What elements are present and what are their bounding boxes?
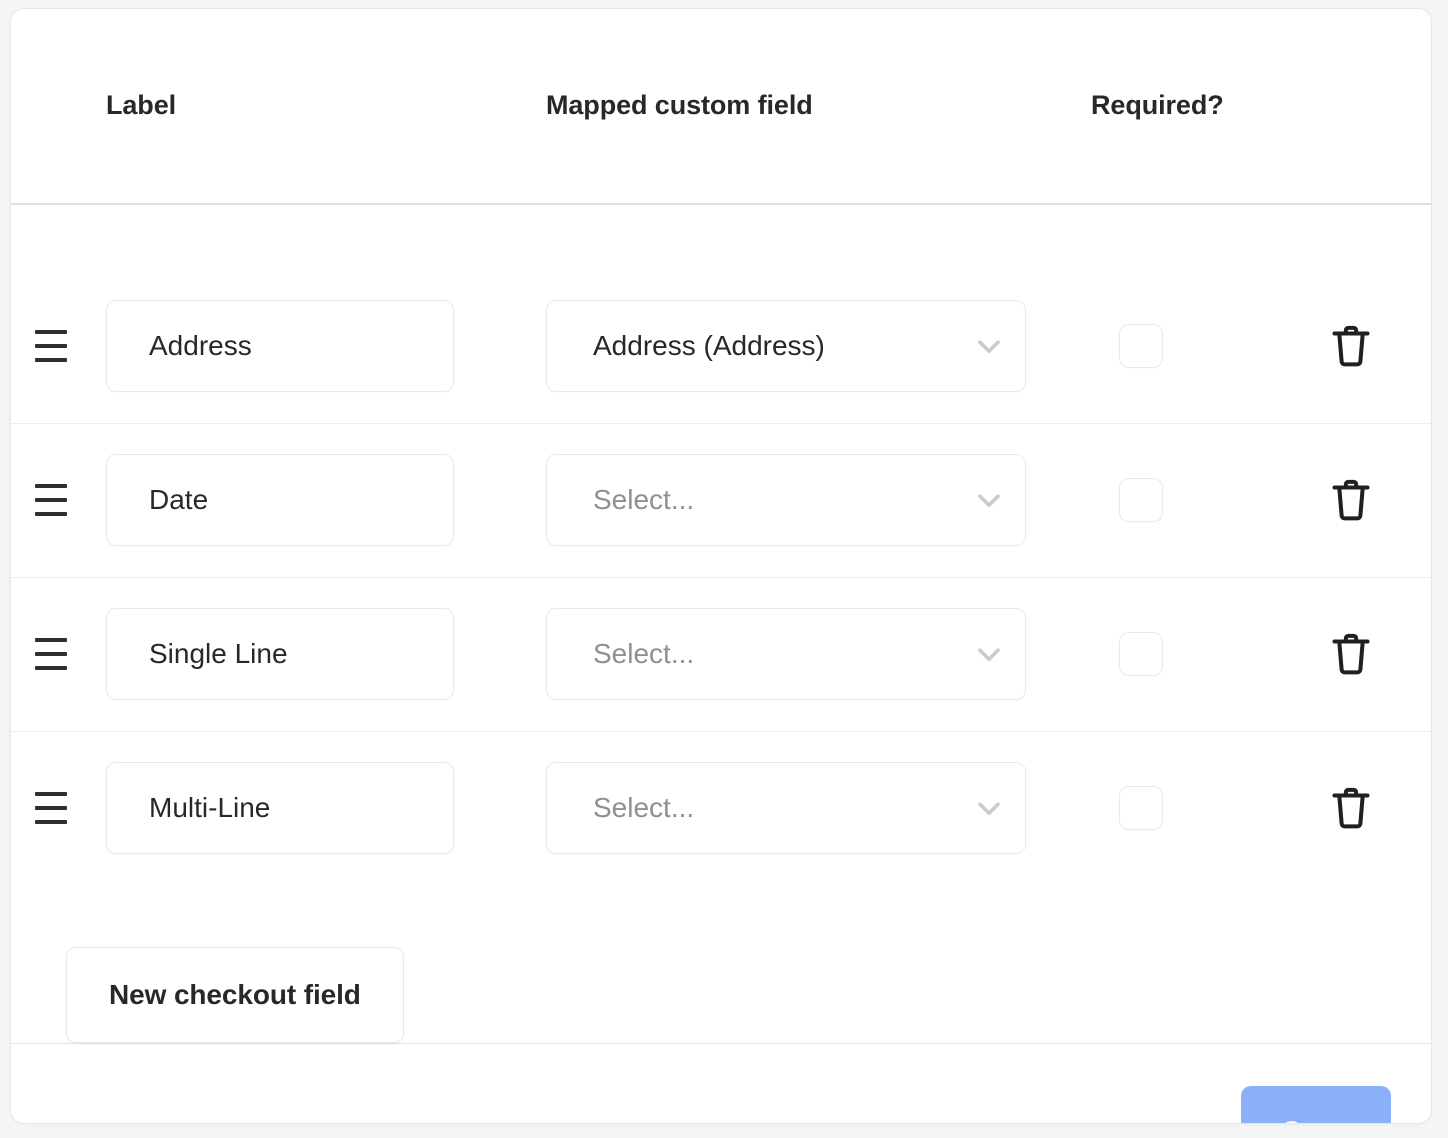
delete-row-button[interactable] (1329, 630, 1373, 678)
card-body: Label Mapped custom field Required? Addr… (11, 9, 1431, 1043)
mapped-field-value: Select... (593, 792, 695, 824)
header-divider (11, 203, 1431, 205)
mapped-field-value: Address (Address) (593, 329, 825, 361)
cell-mapped-field: Select... (546, 577, 1091, 732)
chevron-down-icon (978, 802, 1000, 816)
delete-row-button[interactable] (1329, 322, 1373, 370)
table-body: Address Address (Address) Date Select...… (11, 269, 1431, 885)
trash-icon (1332, 633, 1370, 675)
mapped-field-select[interactable]: Select... (546, 608, 1026, 700)
cell-drag-handle (11, 577, 106, 732)
cell-required (1091, 269, 1281, 424)
column-header-label: Label (106, 90, 177, 120)
column-header-required: Required? (1091, 90, 1224, 120)
required-checkbox[interactable] (1119, 786, 1163, 831)
cell-drag-handle (11, 423, 106, 578)
checkout-fields-card: Label Mapped custom field Required? Addr… (10, 8, 1432, 1124)
header-rule-row (11, 139, 1431, 269)
drag-handle-bar (35, 666, 67, 670)
cell-required (1091, 577, 1281, 732)
drag-handle-bar (35, 329, 67, 334)
drag-handle-bar (35, 792, 67, 797)
trash-icon (1332, 788, 1370, 829)
card-footer: Save (11, 1043, 1431, 1123)
chevron-down-icon (978, 494, 1000, 508)
table-row: Date Select... (11, 423, 1431, 578)
drag-handle-bar (35, 806, 67, 811)
header-handle-spacer (11, 9, 106, 139)
table-row: Single Line Select... (11, 577, 1431, 732)
chevron-down-icon (978, 340, 1000, 353)
mapped-field-select[interactable]: Select... (546, 762, 1026, 855)
cell-required (1091, 731, 1281, 885)
chevron-down-icon (978, 648, 1000, 662)
trash-icon (1332, 325, 1370, 367)
cell-delete (1281, 269, 1431, 424)
drag-handle-icon[interactable] (35, 329, 75, 362)
drag-handle-bar (35, 820, 67, 825)
drag-handle-bar (35, 343, 67, 348)
label-input[interactable]: Address (106, 299, 454, 392)
cell-delete (1281, 423, 1431, 578)
table-row: Multi-Line Select... (11, 731, 1431, 885)
drag-handle-bar (35, 357, 67, 362)
drag-handle-icon[interactable] (35, 638, 75, 670)
drag-handle-bar (35, 512, 67, 516)
trash-icon (1332, 479, 1370, 521)
label-input[interactable]: Multi-Line (106, 762, 454, 855)
label-input[interactable]: Date (106, 454, 454, 546)
cell-delete (1281, 731, 1431, 885)
drag-handle-bar (35, 484, 67, 488)
new-field-area: New checkout field (11, 885, 1431, 1043)
required-checkbox[interactable] (1119, 478, 1163, 522)
drag-handle-icon[interactable] (35, 792, 75, 825)
cell-mapped-field: Select... (546, 423, 1091, 578)
drag-handle-bar (35, 652, 67, 656)
cell-required (1091, 423, 1281, 578)
cell-delete (1281, 577, 1431, 732)
delete-row-button[interactable] (1329, 476, 1373, 524)
drag-handle-bar (35, 498, 67, 502)
header-rule-cell (11, 139, 1431, 269)
cell-label: Multi-Line (106, 731, 546, 885)
checkout-fields-table: Label Mapped custom field Required? Addr… (11, 9, 1431, 885)
mapped-field-value: Select... (593, 484, 695, 515)
column-header-mapped-custom-field: Mapped custom field (546, 90, 813, 120)
cell-label: Address (106, 269, 546, 424)
cell-drag-handle (11, 269, 106, 424)
label-input[interactable]: Single Line (106, 608, 454, 700)
header-delete-spacer (1281, 9, 1431, 139)
cell-mapped-field: Address (Address) (546, 269, 1091, 424)
table-header-row: Label Mapped custom field Required? (11, 9, 1431, 139)
cell-mapped-field: Select... (546, 731, 1091, 885)
mapped-field-value: Select... (593, 638, 695, 669)
cell-drag-handle (11, 731, 106, 885)
cell-label: Date (106, 423, 546, 578)
drag-handle-bar (35, 638, 67, 642)
required-checkbox[interactable] (1119, 632, 1163, 676)
drag-handle-icon[interactable] (35, 484, 75, 516)
new-checkout-field-button[interactable]: New checkout field (66, 947, 404, 1043)
mapped-field-select[interactable]: Address (Address) (546, 299, 1026, 392)
mapped-field-select[interactable]: Select... (546, 454, 1026, 546)
table-row: Address Address (Address) (11, 269, 1431, 424)
delete-row-button[interactable] (1329, 784, 1373, 832)
table-head: Label Mapped custom field Required? (11, 9, 1431, 269)
required-checkbox[interactable] (1119, 323, 1163, 368)
save-button[interactable]: Save (1241, 1085, 1391, 1123)
cell-label: Single Line (106, 577, 546, 732)
